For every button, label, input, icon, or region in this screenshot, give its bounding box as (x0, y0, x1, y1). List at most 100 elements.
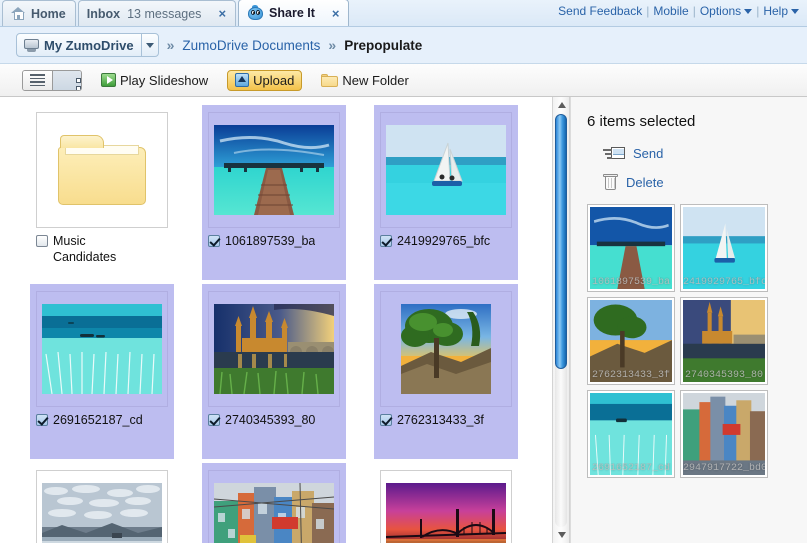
tab-inbox-label: Inbox (86, 6, 121, 21)
drive-selector-label: My ZumoDrive (44, 37, 134, 53)
file-grid-pane[interactable]: Music Candidates 1061897539_ba 241992976… (0, 97, 552, 543)
new-folder-label: New Folder (342, 72, 409, 88)
grid-item-caption: 2740345393_80 (208, 413, 340, 427)
grid-item-caption: 2419929765_bfc (380, 234, 512, 248)
send-button[interactable]: Send (603, 146, 807, 161)
scroll-down-arrow-icon[interactable] (553, 527, 571, 543)
grid-view-icon[interactable] (52, 70, 81, 90)
trash-icon (603, 174, 618, 190)
folder-name-line2: Candidates (53, 249, 117, 264)
tab-inbox[interactable]: Inbox 13 messages × (77, 0, 237, 26)
folder-icon (321, 73, 339, 87)
tab-home[interactable]: Home (2, 0, 76, 26)
top-links: Send Feedback | Mobile | Options | Help (558, 4, 799, 18)
file-grid: Music Candidates 1061897539_ba 241992976… (0, 97, 552, 543)
selected-thumbnails-grid: 1061897539_ba 2419929765_bfc 2762313433_… (587, 204, 807, 478)
item-checkbox[interactable] (208, 414, 220, 426)
content-area: Music Candidates 1061897539_ba 241992976… (0, 97, 807, 543)
vertical-scrollbar[interactable] (552, 97, 576, 543)
tab-home-label: Home (31, 6, 66, 21)
breadcrumb-separator: » (328, 37, 337, 53)
new-folder-button[interactable]: New Folder (316, 70, 413, 91)
item-checkbox[interactable] (36, 235, 48, 247)
grid-item-image[interactable]: 2691652187_cd (30, 284, 174, 459)
thumbnail-overlay-label: 2740345393_80 (684, 370, 763, 381)
link-mobile[interactable]: Mobile (653, 4, 688, 18)
item-checkbox[interactable] (208, 235, 220, 247)
separator: | (756, 4, 760, 18)
item-checkbox[interactable] (380, 235, 392, 247)
image-thumbnail (380, 112, 512, 228)
breadcrumb-item-documents[interactable]: ZumoDrive Documents (182, 38, 320, 53)
send-label: Send (633, 146, 664, 161)
grid-item-caption: 2762313433_3f (380, 413, 512, 427)
scrollbar-thumb[interactable] (555, 114, 567, 369)
thumb-teal-shore (42, 304, 162, 394)
selected-thumbnail[interactable]: 2947917722_bd0 (680, 390, 768, 478)
selected-thumbnail[interactable]: 1061897539_ba (587, 204, 675, 292)
image-thumbnail (36, 470, 168, 543)
thumb-pier-turquoise (214, 125, 334, 215)
grid-item-image[interactable]: 2740345393_80 (202, 284, 346, 459)
home-icon (11, 6, 26, 21)
chevron-down-icon (791, 9, 799, 15)
send-icon (603, 146, 625, 161)
link-send-feedback[interactable]: Send Feedback (558, 4, 642, 18)
grid-item-image[interactable] (30, 463, 174, 543)
play-icon (101, 73, 116, 87)
thumb-sailboat-lagoon (386, 125, 506, 215)
upload-button[interactable]: Upload (227, 69, 303, 91)
item-checkbox[interactable] (380, 414, 392, 426)
delete-button[interactable]: Delete (603, 174, 807, 190)
grid-item-name: 2419929765_bfc (397, 234, 491, 248)
drive-selector-dropdown[interactable] (140, 34, 158, 56)
selected-thumbnail[interactable]: 2762313433_3f (587, 297, 675, 385)
link-help-label: Help (763, 4, 788, 18)
thumb-bridge-dusk (386, 483, 506, 543)
grid-item-name: 2740345393_80 (225, 413, 316, 427)
chevron-down-icon (145, 42, 154, 48)
grid-item-image[interactable] (202, 463, 346, 543)
folder-thumbnail (36, 112, 168, 228)
grid-item-image[interactable] (374, 463, 518, 543)
grid-item-caption: 1061897539_ba (208, 234, 340, 248)
link-options[interactable]: Options (700, 4, 753, 18)
grid-item-name: 2691652187_cd (53, 413, 143, 427)
thumb-cathedral-bridge (214, 304, 334, 394)
selected-thumbnail[interactable]: 2419929765_bfc (680, 204, 768, 292)
close-icon[interactable]: × (218, 7, 226, 20)
selected-thumbnail[interactable]: 2691652187_cd (587, 390, 675, 478)
drive-selector-button[interactable]: My ZumoDrive (16, 33, 159, 57)
view-mode-toggle (22, 69, 82, 91)
toolbar: Play Slideshow Upload New Folder (0, 64, 807, 97)
thumb-tree-sunset (401, 304, 491, 394)
close-icon[interactable]: × (332, 7, 340, 20)
grid-item-image[interactable]: 2419929765_bfc (374, 105, 518, 280)
scroll-up-arrow-icon[interactable] (553, 97, 571, 113)
link-help[interactable]: Help (763, 4, 799, 18)
app-window: Home Inbox 13 messages × Share It × Send… (0, 0, 807, 546)
play-slideshow-button[interactable]: Play Slideshow (96, 70, 213, 91)
separator: | (692, 4, 696, 18)
thumbnail-overlay-label: 2419929765_bfc (683, 277, 765, 288)
folder-name-line1: Music (53, 234, 86, 248)
grid-item-caption: 2691652187_cd (36, 413, 168, 427)
grid-item-image[interactable]: 2762313433_3f (374, 284, 518, 459)
thumbnail-overlay-label: 2947917722_bd0 (683, 463, 765, 474)
thumbnail-overlay-label: 1061897539_ba (591, 277, 670, 288)
image-thumbnail (380, 291, 512, 407)
delete-label: Delete (626, 174, 664, 190)
item-checkbox[interactable] (36, 414, 48, 426)
blob-character-icon (247, 4, 264, 21)
grid-item-name: 2762313433_3f (397, 413, 484, 427)
grid-item-caption: Music Candidates (36, 234, 168, 265)
tab-share-it-label: Share It (269, 6, 315, 20)
grid-item-image[interactable]: 1061897539_ba (202, 105, 346, 280)
image-thumbnail (36, 291, 168, 407)
grid-item-folder[interactable]: Music Candidates (30, 105, 174, 280)
upload-label: Upload (253, 72, 295, 88)
tab-share-it[interactable]: Share It × (238, 0, 350, 26)
thumb-icy-lake (42, 483, 162, 543)
grid-item-name: 1061897539_ba (225, 234, 316, 248)
selected-thumbnail[interactable]: 2740345393_80 (680, 297, 768, 385)
